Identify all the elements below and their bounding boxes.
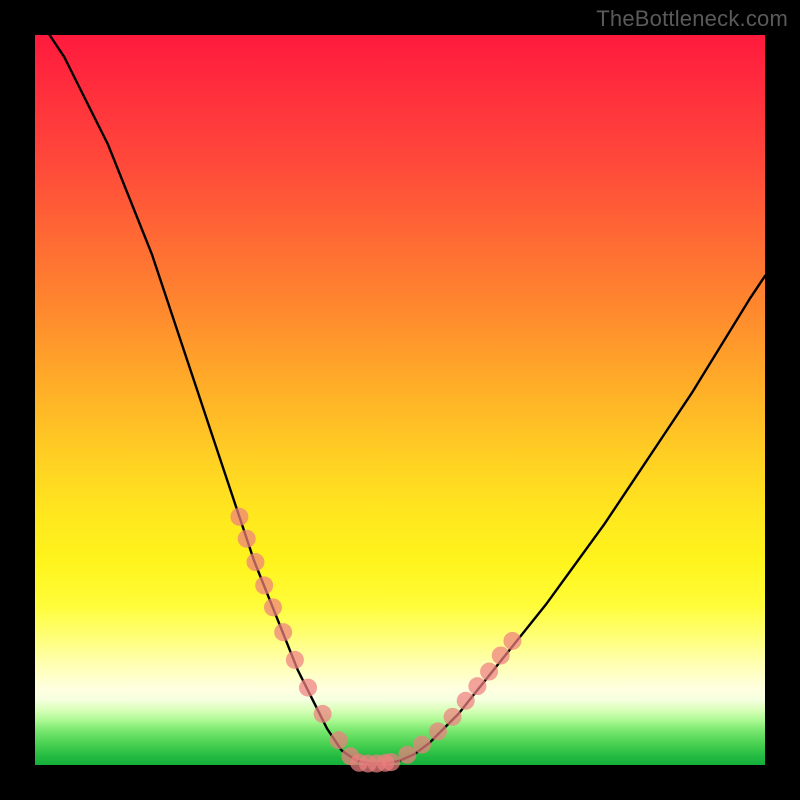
attribution-text: TheBottleneck.com	[596, 6, 788, 32]
data-point	[398, 746, 416, 764]
data-point	[238, 530, 256, 548]
data-point	[503, 632, 521, 650]
data-point	[429, 722, 447, 740]
data-point	[376, 754, 394, 772]
curve-layer	[50, 35, 765, 764]
data-point	[480, 663, 498, 681]
data-point	[286, 651, 304, 669]
dots-layer	[230, 508, 521, 773]
data-point	[413, 736, 431, 754]
data-point	[314, 705, 332, 723]
data-point	[264, 598, 282, 616]
data-point	[255, 576, 273, 594]
data-point	[457, 692, 475, 710]
data-point	[444, 708, 462, 726]
bottleneck-curve	[50, 35, 765, 764]
data-point	[246, 553, 264, 571]
data-point	[492, 647, 510, 665]
data-point	[230, 508, 248, 526]
data-point	[330, 731, 348, 749]
data-point	[274, 623, 292, 641]
chart-svg	[35, 35, 765, 765]
outer-frame: TheBottleneck.com	[0, 0, 800, 800]
plot-area	[35, 35, 765, 765]
data-point	[468, 677, 486, 695]
data-point	[299, 679, 317, 697]
